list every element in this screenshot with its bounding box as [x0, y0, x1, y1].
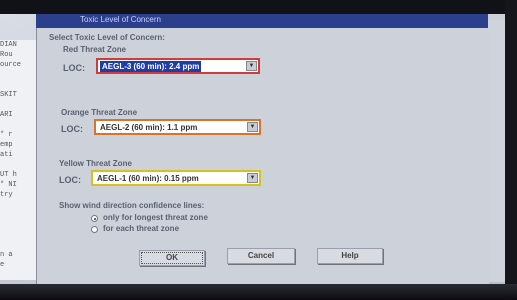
background-window-edge [488, 20, 505, 282]
yellow-loc-value: AEGL-1 (60 min): 0.15 ppm [97, 174, 199, 183]
chevron-down-icon[interactable]: ▼ [247, 173, 258, 183]
chevron-down-icon[interactable]: ▼ [246, 61, 257, 71]
yellow-loc-label: LOC: [59, 175, 81, 185]
red-loc-label: LOC: [63, 63, 85, 73]
yellow-loc-select[interactable]: AEGL-1 (60 min): 0.15 ppm ▼ [91, 170, 261, 186]
radio-longest-zone-label[interactable]: only for longest threat zone [103, 213, 208, 222]
radio-each-zone-label[interactable]: for each threat zone [103, 224, 179, 233]
orange-loc-select[interactable]: AEGL-2 (60 min): 1.1 ppm ▼ [94, 119, 261, 135]
ok-button[interactable]: OK [139, 250, 205, 266]
confidence-heading: Show wind direction confidence lines: [59, 201, 205, 210]
red-zone-title: Red Threat Zone [63, 45, 127, 54]
orange-zone-title: Orange Threat Zone [61, 108, 138, 117]
red-loc-select[interactable]: AEGL-3 (60 min): 2.4 ppm ▼ [96, 58, 260, 74]
chevron-down-icon[interactable]: ▼ [247, 122, 258, 132]
monitor-bezel-right [505, 0, 517, 300]
help-button[interactable]: Help [317, 248, 383, 264]
radio-each-zone[interactable] [91, 226, 98, 233]
background-terminal-text: DIAN Rou ource SKIT ARI * r emp ati UT h… [0, 40, 36, 280]
monitor-bezel-top [0, 0, 517, 14]
orange-loc-value: AEGL-2 (60 min): 1.1 ppm [100, 123, 198, 132]
red-loc-value: AEGL-3 (60 min): 2.4 ppm [100, 61, 202, 72]
dialog-title: Toxic Level of Concern [80, 15, 161, 24]
radio-longest-zone[interactable] [91, 215, 98, 222]
yellow-zone-title: Yellow Threat Zone [59, 159, 132, 168]
dialog-title-bar[interactable]: Toxic Level of Concern [36, 14, 488, 28]
monitor-bezel-bottom [0, 284, 517, 300]
dialog-heading: Select Toxic Level of Concern: [49, 33, 165, 42]
cancel-button[interactable]: Cancel [227, 248, 295, 264]
toxic-loc-dialog: Select Toxic Level of Concern: Red Threa… [36, 28, 489, 284]
orange-loc-label: LOC: [61, 124, 83, 134]
monitor-screen: DIAN Rou ource SKIT ARI * r emp ati UT h… [0, 0, 517, 300]
